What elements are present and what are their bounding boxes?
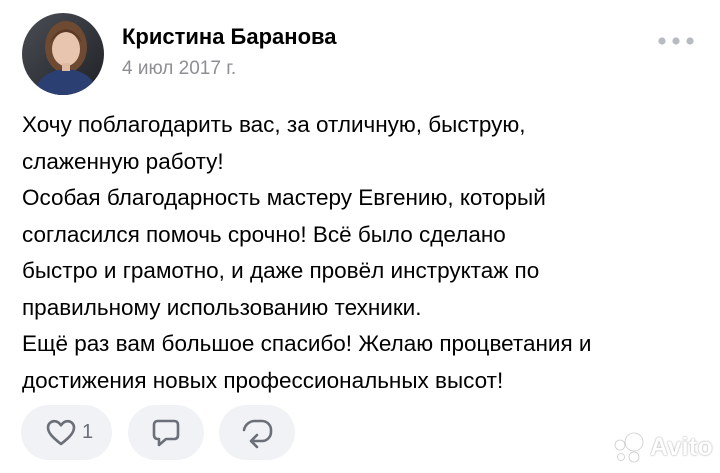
post-text-line: слаженную работу! <box>22 148 224 174</box>
author-name[interactable]: Кристина Баранова <box>122 24 336 50</box>
post-text-line: Особая благодарность мастеру Евгению, ко… <box>22 185 546 210</box>
heart-icon <box>46 419 76 447</box>
like-button[interactable]: 1 <box>21 405 112 460</box>
more-horizontal-icon[interactable] <box>656 34 696 48</box>
avito-watermark-text: Avito <box>650 433 714 461</box>
share-icon <box>240 417 274 449</box>
share-button[interactable] <box>219 405 295 460</box>
post-text-line: быстро и грамотно, и даже провёл инструк… <box>22 258 540 283</box>
post-text-line: достижения новых профессиональных высот! <box>22 367 504 393</box>
post-text-line: правильному использованию техники. <box>22 294 422 320</box>
like-count: 1 <box>82 421 94 443</box>
post-text-line: согласился помочь срочно! Всё было сдела… <box>22 221 506 247</box>
avito-watermark: Avito <box>612 428 716 468</box>
avatar[interactable] <box>22 13 104 95</box>
post-date: 4 июл 2017 г. <box>122 58 237 79</box>
comment-icon <box>150 417 182 449</box>
post-card: Кристина Баранова 4 июл 2017 г. Хочу поб… <box>0 0 720 473</box>
avito-logo-icon <box>614 432 644 463</box>
post-text: Хочу поблагодарить вас, за отличную, быс… <box>22 107 702 399</box>
post-text-line: Хочу поблагодарить вас, за отличную, быс… <box>22 112 526 137</box>
comment-button[interactable] <box>128 405 204 460</box>
avatar-photo-icon <box>22 13 104 95</box>
post-text-line: Ещё раз вам большое спасибо! Желаю процв… <box>22 331 592 356</box>
